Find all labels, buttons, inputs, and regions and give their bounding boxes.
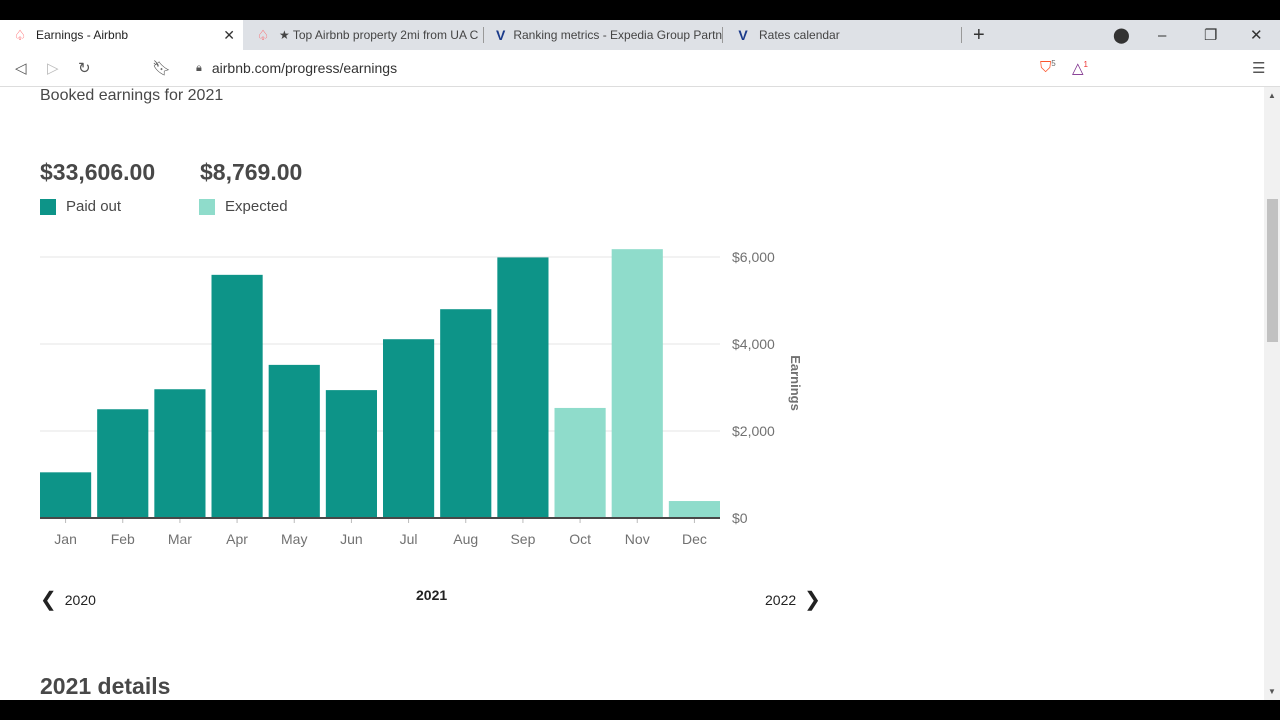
back-icon[interactable]: ◁ — [15, 59, 27, 77]
chevron-left-icon: ❮ — [40, 589, 57, 611]
new-tab-button[interactable]: + — [973, 20, 985, 50]
page-heading: Booked earnings for 2021 — [40, 87, 224, 104]
x-tick-label: Dec — [682, 531, 707, 547]
bar-paid-feb[interactable] — [97, 409, 149, 518]
minimize-button[interactable]: – — [1158, 20, 1166, 50]
earnings-chart: $0 $2,000 $4,000 $6,000 Jan Feb Mar Apr May Jun Ju… — [40, 249, 803, 547]
x-tick-label: Jun — [340, 531, 363, 547]
brave-shield-icon[interactable]: ⛉5 — [1040, 59, 1056, 76]
x-tick-label: Feb — [111, 531, 135, 547]
forward-icon[interactable]: ▷ — [47, 59, 59, 77]
close-tab-icon[interactable]: ✕ — [223, 27, 235, 44]
y-tick-label: $0 — [732, 510, 748, 526]
y-axis-label: Earnings — [788, 355, 803, 411]
tab-rates-calendar[interactable]: V Rates calendar — [723, 20, 961, 50]
bar-paid-sep[interactable] — [497, 257, 549, 518]
address-bar[interactable]: 🔒︎ airbnb.com/progress/earnings — [184, 54, 1028, 82]
x-tick-label: Sep — [510, 531, 535, 547]
bar-paid-jun[interactable] — [325, 390, 377, 518]
x-tick-label: Apr — [226, 531, 248, 547]
bar-expected-dec[interactable] — [668, 501, 720, 518]
x-tick-label: Nov — [625, 531, 650, 547]
y-tick-label: $2,000 — [732, 423, 775, 439]
vrbo-icon: V — [738, 27, 748, 43]
x-tick-label: Jul — [400, 531, 418, 547]
tab-earnings[interactable]: ♤ Earnings - Airbnb ✕ — [0, 20, 243, 50]
x-tick-label: May — [281, 531, 307, 547]
close-window-button[interactable]: ✕ — [1250, 20, 1263, 50]
lock-icon: 🔒︎ — [196, 61, 202, 74]
earnings-page: Booked earnings for 2021 $33,606.00 $8,7… — [0, 87, 1264, 700]
legend-expected: Expected — [199, 198, 288, 215]
bar-expected-nov[interactable] — [611, 249, 663, 519]
bookmark-icon[interactable]: 🔖︎ — [152, 59, 171, 77]
prev-year-button[interactable]: ❮ 2020 — [40, 587, 96, 612]
restore-button[interactable]: ❐ — [1204, 20, 1217, 50]
bar-paid-jul[interactable] — [383, 339, 435, 518]
bar-paid-aug[interactable] — [440, 309, 492, 518]
tab-search-icon[interactable]: ⬤ — [1113, 20, 1130, 50]
menu-icon[interactable]: ☰ — [1252, 59, 1265, 77]
reload-icon[interactable]: ↻ — [78, 59, 91, 77]
expected-swatch — [199, 198, 215, 215]
x-tick-label: Oct — [569, 531, 591, 547]
bar-paid-may[interactable] — [268, 364, 320, 518]
current-year: 2021 — [416, 587, 448, 603]
x-tick-label: Mar — [168, 531, 192, 547]
airbnb-icon: ♤ — [13, 26, 27, 43]
chevron-right-icon: ❯ — [804, 589, 821, 611]
legend-paid: Paid out — [40, 198, 121, 215]
vrbo-icon: V — [496, 27, 506, 43]
bar-paid-jan[interactable] — [40, 472, 92, 518]
paid-total: $33,606.00 — [40, 159, 156, 185]
details-heading: 2021 details — [40, 673, 171, 699]
tab-strip: ♤ Earnings - Airbnb ✕ ♤ ★ Top Airbnb proper… — [0, 20, 1280, 50]
expected-total: $8,769.00 — [200, 159, 303, 185]
tab-ranking-metrics[interactable]: V Ranking metrics - Expedia Group Partn — [484, 20, 722, 50]
paid-swatch — [40, 198, 56, 215]
brave-rewards-icon[interactable]: △1 — [1072, 59, 1088, 77]
y-tick-label: $6,000 — [732, 249, 775, 265]
tab-top-airbnb[interactable]: ♤ ★ Top Airbnb property 2mi from UA C — [243, 20, 483, 50]
scrollbar[interactable]: ▲ ▼ — [1264, 87, 1280, 700]
bar-paid-apr[interactable] — [211, 274, 263, 518]
bar-expected-oct[interactable] — [554, 407, 606, 518]
bar-paid-mar[interactable] — [154, 389, 206, 518]
x-tick-label: Jan — [54, 531, 77, 547]
browser-toolbar: ◁ ▷ ↻ 🔖︎ 🔒︎ airbnb.com/progress/earnings … — [0, 50, 1280, 87]
scrollbar-thumb[interactable] — [1267, 199, 1278, 342]
y-tick-label: $4,000 — [732, 336, 775, 352]
next-year-button[interactable]: 2022 ❯ — [765, 587, 821, 612]
airbnb-icon: ♤ — [256, 26, 270, 43]
x-tick-label: Aug — [453, 531, 478, 547]
